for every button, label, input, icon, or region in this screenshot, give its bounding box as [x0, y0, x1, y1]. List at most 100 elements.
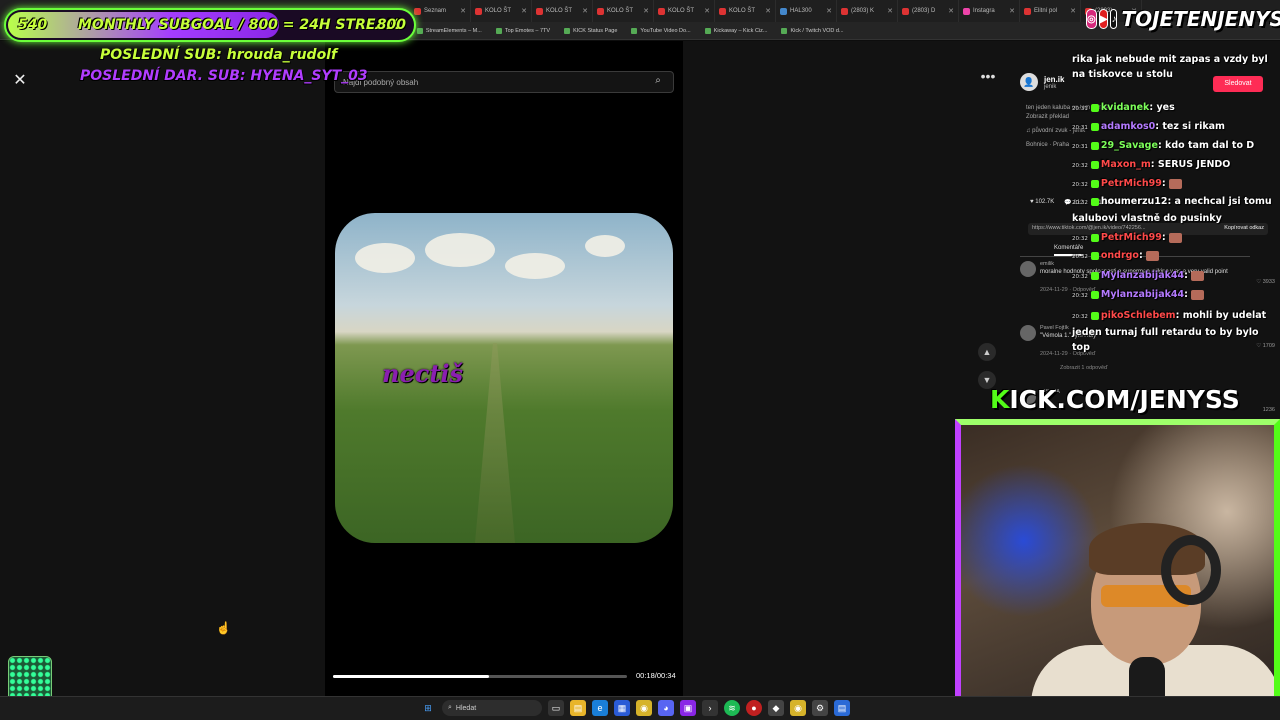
tab-favicon-icon: [536, 7, 543, 15]
bookmark-item[interactable]: YouTube Video Do...: [631, 27, 691, 34]
view-replies-link[interactable]: Zobrazit 1 odpověď: [1060, 365, 1107, 371]
chat-username[interactable]: PetrMich99: [1101, 178, 1162, 189]
close-icon[interactable]: ✕: [10, 71, 30, 91]
chat-username[interactable]: pikoSchlebem: [1101, 310, 1176, 321]
spotify-icon[interactable]: ≋: [724, 700, 740, 716]
chat-username[interactable]: Mylanzabijak44: [1101, 270, 1184, 281]
video-time: 00:18/00:34: [636, 671, 676, 680]
browser-tab[interactable]: Instagra ✕: [959, 0, 1020, 22]
app-icon[interactable]: ◆: [768, 700, 784, 716]
chat-time: 20:32: [1072, 236, 1088, 242]
close-tab-icon[interactable]: ✕: [582, 7, 588, 15]
chat-message: 20:31 adamkos0: tez si rikam: [1072, 121, 1225, 132]
browser-tab[interactable]: KOLO ŠT ✕: [654, 0, 715, 22]
bookmark-item[interactable]: Kick / Twitch VOD d...: [781, 27, 844, 34]
close-tab-icon[interactable]: ✕: [765, 7, 771, 15]
taskbar-search[interactable]: ⌕ Hledat: [442, 700, 542, 716]
terminal-icon[interactable]: ›: [702, 700, 718, 716]
notepad-icon[interactable]: ▤: [834, 700, 850, 716]
badge-icon: [1090, 251, 1099, 260]
subgoal-current: 540: [18, 17, 48, 33]
close-tab-icon[interactable]: ✕: [643, 7, 649, 15]
browser-tab[interactable]: (2803) K ✕: [837, 0, 898, 22]
windows-start-icon[interactable]: ⊞: [420, 700, 436, 716]
badge-icon: [1090, 122, 1099, 131]
kick-url-text: ICK.COM/JENYSS: [1009, 385, 1240, 414]
badge-icon: [1090, 141, 1099, 150]
avatar[interactable]: 👤: [1020, 73, 1038, 91]
tab-label: KOLO ŠT: [668, 8, 695, 14]
chat-time: 20:32: [1072, 200, 1088, 206]
chevron-up-icon[interactable]: ▲: [978, 343, 996, 361]
obs-icon[interactable]: ●: [746, 700, 762, 716]
author-name[interactable]: jen.ik: [1044, 75, 1064, 84]
stream-app-icon[interactable]: ▣: [680, 700, 696, 716]
chat-username[interactable]: Maxon_m: [1101, 159, 1151, 170]
browser-tab[interactable]: KOLO ŠT ✕: [532, 0, 593, 22]
task-view-icon[interactable]: ▭: [548, 700, 564, 716]
bookmark-icon: [564, 27, 571, 34]
close-tab-icon[interactable]: ✕: [460, 7, 466, 15]
bookmark-item[interactable]: Kickaway – Kick Ciz...: [704, 27, 767, 34]
close-tab-icon[interactable]: ✕: [1009, 7, 1015, 15]
comment-likes[interactable]: 1236: [1263, 407, 1275, 413]
search-icon[interactable]: ⌕: [651, 75, 665, 89]
chat-time: 20:32: [1072, 274, 1088, 280]
video-progress-bar[interactable]: [333, 675, 627, 678]
chat-username[interactable]: 29_Savage: [1101, 140, 1158, 151]
stream-screen: Seznam ✕ KOLO ŠT ✕ KOLO ŠT ✕ KOLO ŠT ✕ KOLO ŠT ✕ K…: [0, 0, 1280, 720]
translate-link[interactable]: Zobrazit překlad: [1026, 114, 1069, 120]
close-tab-icon[interactable]: ✕: [887, 7, 893, 15]
chat-username[interactable]: kvidanek: [1101, 102, 1150, 113]
edge-icon[interactable]: e: [592, 700, 608, 716]
close-tab-icon[interactable]: ✕: [704, 7, 710, 15]
badge-icon: [1090, 271, 1099, 280]
browser-tab[interactable]: Elitní pol ✕: [1020, 0, 1081, 22]
browser-tab[interactable]: KOLO ŠT ✕: [715, 0, 776, 22]
chat-username[interactable]: houmerzu12: [1101, 196, 1168, 207]
store-icon[interactable]: ▦: [614, 700, 630, 716]
chat-username[interactable]: Mylanzabijak44: [1101, 289, 1184, 300]
chat-username[interactable]: adamkos0: [1101, 121, 1155, 132]
file-explorer-icon[interactable]: ▤: [570, 700, 586, 716]
tab-label: (2803) D: [912, 8, 936, 14]
tab-label: (2803) K: [851, 8, 875, 14]
chat-emote-icon: [1168, 178, 1182, 189]
badge-icon: [1090, 179, 1099, 188]
browser-tab[interactable]: KOLO ŠT ✕: [593, 0, 654, 22]
author-row[interactable]: 👤 jen.ik jenik: [1020, 73, 1064, 91]
instagram-icon: ◎: [1086, 9, 1097, 29]
settings-icon[interactable]: ⚙: [812, 700, 828, 716]
chat-time: 20:32: [1072, 314, 1088, 320]
close-tab-icon[interactable]: ✕: [948, 7, 954, 15]
comment-user[interactable]: emilik: [1040, 261, 1054, 267]
close-tab-icon[interactable]: ✕: [826, 7, 832, 15]
progress-fill: [333, 675, 489, 678]
bookmark-label: Top Emotes – 7TV: [504, 27, 551, 34]
tab-label: HAL300: [790, 8, 812, 14]
chat-username[interactable]: ondrgo: [1101, 250, 1139, 261]
discord-icon[interactable]: ◕: [658, 700, 674, 716]
search-input[interactable]: Najdi podobný obsah ⌕: [334, 71, 674, 93]
close-tab-icon[interactable]: ✕: [1070, 7, 1076, 15]
chat-message: 20:31 kvidanek: yes: [1072, 102, 1175, 113]
browser-tab[interactable]: Seznam ✕: [410, 0, 471, 22]
bookmark-item[interactable]: KICK Status Page: [564, 27, 617, 34]
chat-username[interactable]: PetrMich99: [1101, 232, 1162, 243]
chat-text: : tez si rikam: [1155, 121, 1225, 132]
location-label[interactable]: Bohnice · Praha: [1026, 142, 1069, 148]
chrome-icon[interactable]: ◉: [636, 700, 652, 716]
avatar[interactable]: [1020, 261, 1036, 277]
comment-user[interactable]: Pavel Fojtík: [1040, 325, 1069, 331]
avatar[interactable]: [1020, 325, 1036, 341]
like-stat[interactable]: ♥ 102.7K: [1030, 199, 1054, 206]
browser-tab[interactable]: KOLO ŠT ✕: [471, 0, 532, 22]
bookmark-item[interactable]: Top Emotes – 7TV: [495, 27, 551, 34]
tab-label: Seznam: [424, 8, 447, 14]
browser-tab[interactable]: HAL300 ✕: [776, 0, 837, 22]
close-tab-icon[interactable]: ✕: [521, 7, 527, 15]
more-options-icon[interactable]: •••: [978, 69, 998, 85]
chrome-icon[interactable]: ◉: [790, 700, 806, 716]
bookmark-item[interactable]: StreamElements – M...: [416, 27, 482, 34]
browser-tab[interactable]: (2803) D ✕: [898, 0, 959, 22]
